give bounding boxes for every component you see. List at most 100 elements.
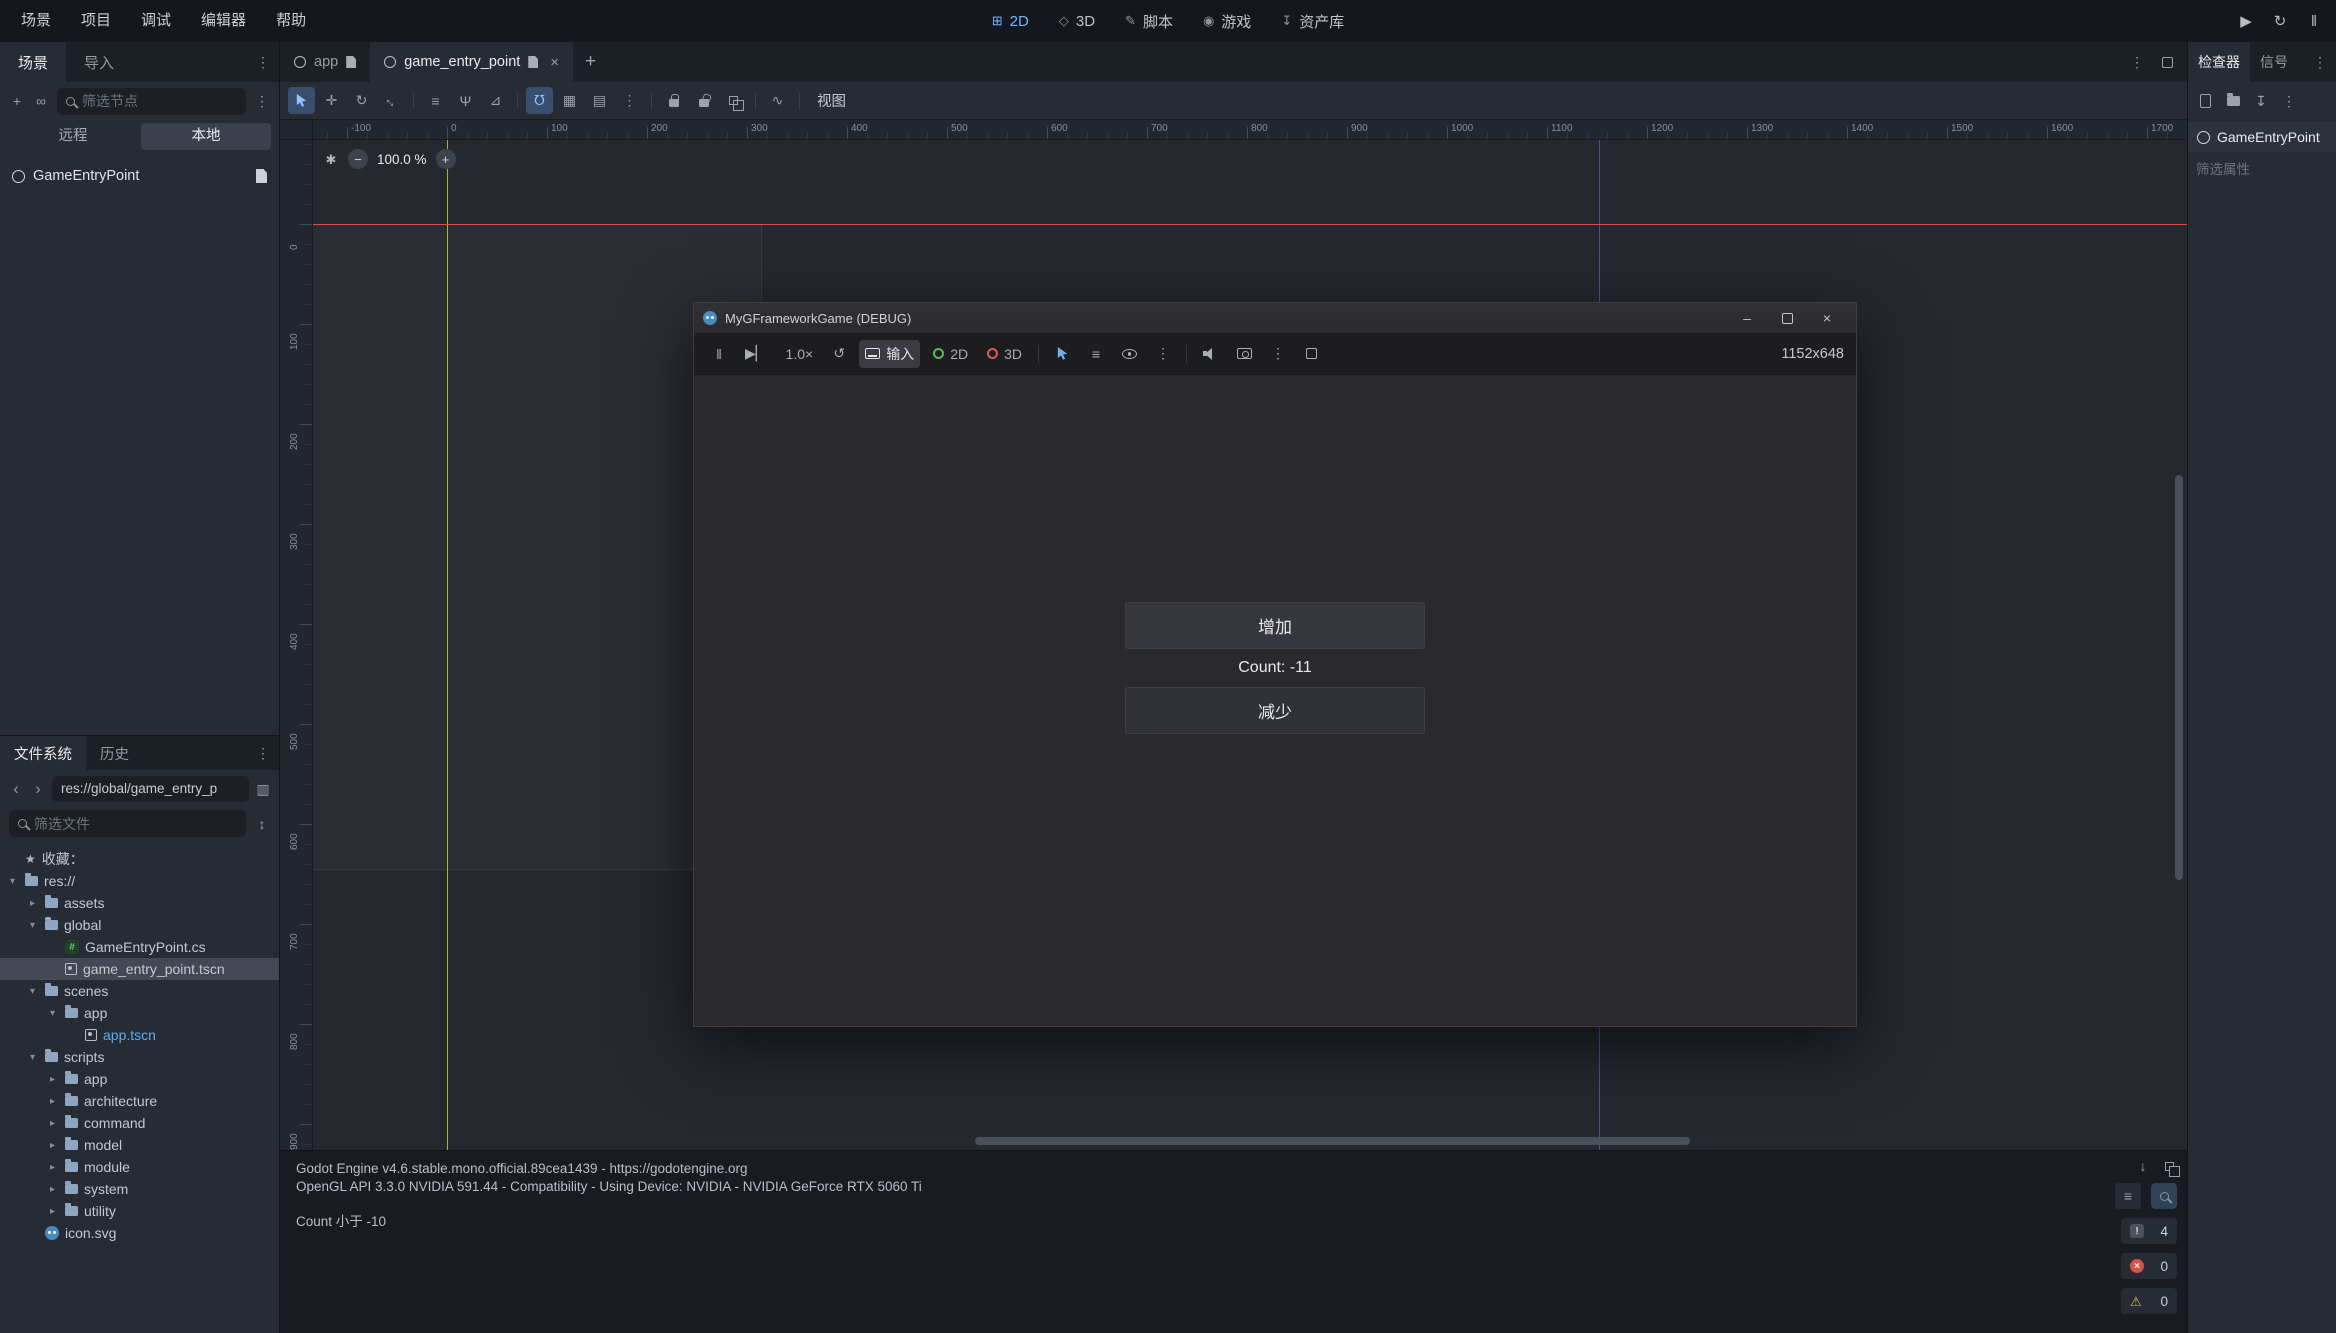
collapse-icon[interactable]: ▾ bbox=[46, 1008, 59, 1019]
expand-icon[interactable]: ▸ bbox=[46, 1184, 59, 1195]
tab-signals[interactable]: 信号 bbox=[2250, 42, 2298, 82]
add-scene-tab-button[interactable]: + bbox=[573, 51, 608, 73]
snap-menu-icon[interactable]: ⋮ bbox=[616, 87, 643, 114]
pick-node-button[interactable] bbox=[1049, 340, 1076, 368]
fs-item[interactable]: ▸assets bbox=[0, 892, 279, 914]
collapse-icon[interactable]: ▾ bbox=[26, 1052, 39, 1063]
mode-3d-button[interactable]: 3D bbox=[981, 340, 1028, 368]
output-list-toggle[interactable]: ≡ bbox=[2115, 1183, 2141, 1209]
scale-tool-button[interactable]: ↔ bbox=[378, 87, 405, 114]
input-mode-button[interactable]: 输入 bbox=[859, 340, 920, 368]
fs-item[interactable]: ▸system bbox=[0, 1178, 279, 1200]
snap-options-button[interactable]: ▤ bbox=[586, 87, 613, 114]
filesystem-tabbar-menu-icon[interactable]: ⋮ bbox=[255, 745, 271, 761]
menubar-menu-3[interactable]: 编辑器 bbox=[186, 0, 261, 42]
zoom-in-button[interactable]: + bbox=[436, 149, 456, 169]
filter-files-input[interactable]: 筛选文件 bbox=[9, 810, 246, 837]
camera-menu-icon[interactable]: ⋮ bbox=[1265, 340, 1291, 368]
close-window-button[interactable]: × bbox=[1807, 303, 1847, 333]
menubar-menu-1[interactable]: 项目 bbox=[66, 0, 126, 42]
next-frame-button[interactable]: ▶▏ bbox=[739, 340, 773, 368]
fs-item[interactable]: ▾global bbox=[0, 914, 279, 936]
fs-item[interactable]: ▾app bbox=[0, 1002, 279, 1024]
visibility-button[interactable] bbox=[1116, 340, 1143, 368]
tabbar-menu-icon[interactable]: ⋮ bbox=[2129, 54, 2145, 70]
workspace-button-游戏[interactable]: ◉游戏 bbox=[1188, 0, 1266, 42]
scene-tabbar-menu-icon[interactable]: ⋮ bbox=[255, 54, 271, 70]
save-resource-button[interactable]: ↧ bbox=[2253, 93, 2269, 109]
fs-item[interactable]: icon.svg bbox=[0, 1222, 279, 1244]
minimize-button[interactable]: – bbox=[1727, 303, 1767, 333]
fs-item[interactable]: ▸utility bbox=[0, 1200, 279, 1222]
increase-button[interactable]: 增加 bbox=[1125, 602, 1425, 649]
error-count-badge[interactable]: × 0 bbox=[2121, 1253, 2177, 1279]
scene-toolbar-menu-icon[interactable]: ⋮ bbox=[254, 93, 270, 109]
fs-item[interactable]: game_entry_point.tscn bbox=[0, 958, 279, 980]
workspace-button-脚本[interactable]: ✎脚本 bbox=[1110, 0, 1188, 42]
fs-item[interactable]: ▸module bbox=[0, 1156, 279, 1178]
expand-icon[interactable]: ▸ bbox=[46, 1118, 59, 1129]
pause-icon[interactable]: ‖ bbox=[2306, 13, 2322, 29]
sort-files-icon[interactable]: ↕ bbox=[254, 816, 270, 832]
decrease-button[interactable]: 减少 bbox=[1125, 687, 1425, 734]
new-resource-button[interactable] bbox=[2197, 93, 2213, 109]
scene-tab-game-entry-point[interactable]: game_entry_point × bbox=[370, 42, 573, 82]
inspector-tabbar-menu-icon[interactable]: ⋮ bbox=[2312, 54, 2328, 70]
scene-tree-root-node[interactable]: GameEntryPoint bbox=[0, 161, 279, 191]
view-menu-button[interactable]: 视图 bbox=[808, 87, 855, 114]
close-tab-icon[interactable]: × bbox=[550, 54, 559, 71]
workspace-button-3D[interactable]: ◇3D bbox=[1044, 0, 1110, 42]
fs-item[interactable]: ▸command bbox=[0, 1112, 279, 1134]
output-search-toggle[interactable] bbox=[2151, 1183, 2177, 1209]
fs-item[interactable]: #GameEntryPoint.cs bbox=[0, 936, 279, 958]
expand-icon[interactable]: ▸ bbox=[46, 1096, 59, 1107]
lock-node-button[interactable] bbox=[660, 87, 687, 114]
tab-scene[interactable]: 场景 bbox=[0, 42, 66, 82]
tab-filesystem[interactable]: 文件系统 bbox=[0, 736, 86, 770]
move-tool-button[interactable]: ✛ bbox=[318, 87, 345, 114]
fs-item[interactable]: app.tscn bbox=[0, 1024, 279, 1046]
path-breadcrumb[interactable]: res://global/game_entry_p bbox=[52, 776, 249, 802]
select-tool-button[interactable] bbox=[288, 87, 315, 114]
workspace-button-资产库[interactable]: ↧资产库 bbox=[1266, 0, 1359, 42]
scene-tab-app[interactable]: app bbox=[280, 42, 370, 82]
zoom-level-label[interactable]: 100.0 % bbox=[377, 152, 427, 167]
fs-item[interactable]: ▸model bbox=[0, 1134, 279, 1156]
collapse-icon[interactable]: ▾ bbox=[6, 876, 19, 887]
fs-item[interactable]: ▸app bbox=[0, 1068, 279, 1090]
message-count-badge[interactable]: ! 4 bbox=[2121, 1218, 2177, 1244]
speed-selector[interactable]: 1.0× bbox=[780, 340, 820, 368]
restart-icon[interactable]: ↻ bbox=[2272, 13, 2288, 29]
collapse-icon[interactable]: ▾ bbox=[26, 920, 39, 931]
expand-icon[interactable]: ▸ bbox=[26, 898, 39, 909]
skeleton-options-button[interactable]: ∿ bbox=[764, 87, 791, 114]
inspector-menu-icon[interactable]: ⋮ bbox=[2281, 93, 2297, 109]
load-resource-button[interactable] bbox=[2225, 93, 2241, 109]
split-view-icon[interactable]: ▥ bbox=[255, 781, 271, 797]
smart-snap-button[interactable]: ℧ bbox=[526, 87, 553, 114]
rotate-tool-button[interactable]: ↻ bbox=[348, 87, 375, 114]
game-window-titlebar[interactable]: MyGFrameworkGame (DEBUG) – × bbox=[694, 303, 1856, 333]
ruler-tool-button[interactable]: ⊿ bbox=[482, 87, 509, 114]
warning-count-badge[interactable]: ⚠ 0 bbox=[2121, 1288, 2177, 1314]
restart-game-button[interactable]: ↺ bbox=[826, 340, 852, 368]
fs-item[interactable]: ▸architecture bbox=[0, 1090, 279, 1112]
tab-import[interactable]: 导入 bbox=[66, 42, 132, 82]
pan-tool-button[interactable]: Ψ bbox=[452, 87, 479, 114]
fs-item[interactable]: ▾scenes bbox=[0, 980, 279, 1002]
fullscreen-button[interactable] bbox=[1298, 340, 1324, 368]
expand-icon[interactable]: ▸ bbox=[46, 1140, 59, 1151]
nav-back-button[interactable]: ‹ bbox=[8, 779, 24, 799]
tab-history[interactable]: 历史 bbox=[86, 736, 143, 770]
snowflake-icon[interactable]: ✱ bbox=[323, 151, 339, 167]
suspend-game-button[interactable]: ‖ bbox=[706, 340, 732, 368]
expand-icon[interactable]: ▸ bbox=[46, 1206, 59, 1217]
debug-options-icon[interactable]: ⋮ bbox=[1150, 340, 1176, 368]
fs-item[interactable]: ▾res:// bbox=[0, 870, 279, 892]
node-list-button[interactable]: ≡ bbox=[1083, 340, 1109, 368]
collapse-icon[interactable]: ▾ bbox=[26, 986, 39, 997]
remote-button[interactable]: 远程 bbox=[8, 123, 138, 150]
list-select-button[interactable]: ≡ bbox=[422, 87, 449, 114]
vertical-scrollbar[interactable] bbox=[2175, 475, 2183, 880]
local-button[interactable]: 本地 bbox=[141, 123, 271, 150]
